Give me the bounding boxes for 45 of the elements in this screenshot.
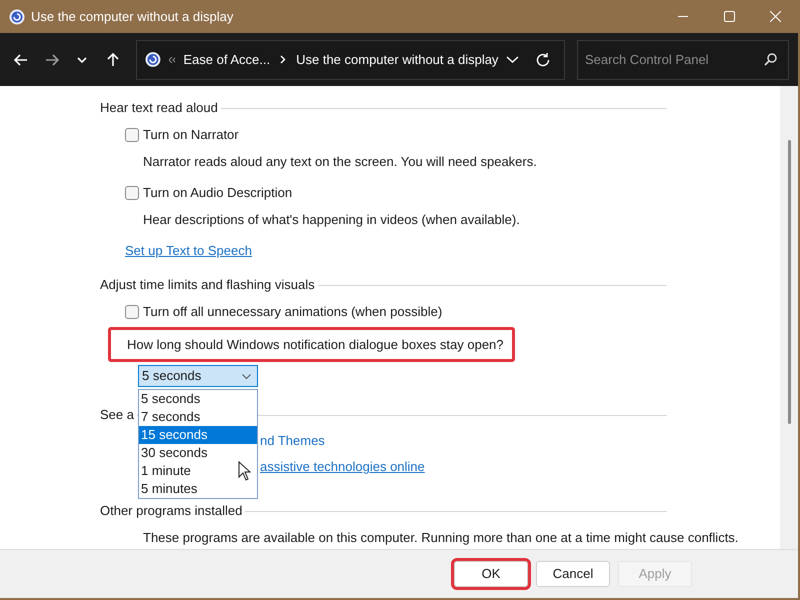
window-title: Use the computer without a display [31,8,234,26]
forward-arrow-icon [44,54,59,66]
dialog-button: Apply [618,561,692,587]
refresh-icon [535,52,552,68]
section-heading: See a [100,406,134,424]
chevron-down-icon [506,56,519,63]
link[interactable]: nd Themes [260,431,325,451]
chevron-down-icon [77,56,88,62]
dropdown[interactable]: 5 seconds [138,365,258,387]
search-field[interactable]: Search Control Panel [577,40,789,80]
chevron-right-icon [280,55,286,64]
scrollbar-thumb[interactable] [788,140,791,424]
checkbox[interactable] [125,305,139,319]
close-icon [770,11,780,22]
double-chevron-icon [168,56,176,62]
checkbox-label: Turn on Narrator [143,126,239,144]
description-text: Hear descriptions of what's happening in videos (when available). [143,211,520,230]
maximize-icon [724,11,734,22]
up-arrow-icon [106,52,119,66]
search-icon [764,52,777,66]
question-text: How long should Windows notification dialogue boxes stay open? [127,336,504,354]
dialog-button[interactable]: Cancel [536,561,610,587]
breadcrumb-item[interactable]: Ease of Acce... [183,50,270,70]
section-heading: Hear text read aloud [100,99,218,118]
minimize-icon [678,16,688,18]
description-text: These programs are available on this computer. Running more than one at a time might cause conflicts. [143,529,738,548]
dialog-button[interactable]: OK [454,561,528,587]
address-bar[interactable]: Ease of Acce... Use the computer without a display [136,40,565,80]
checkbox[interactable] [125,128,139,142]
app-icon [145,51,161,68]
back-arrow-icon [14,54,28,66]
link[interactable]: assistive technologies online [260,457,425,477]
app-icon [9,8,25,24]
chevron-down-icon [242,374,251,378]
section-heading: Adjust time limits and flashing visuals [100,276,315,294]
description-text: Narrator reads aloud any text on the screen. You will need speakers. [143,153,537,172]
cursor-icon [238,461,251,481]
checkbox-label: Turn on Audio Description [143,184,292,202]
link[interactable]: Set up Text to Speech [125,241,252,261]
scrollbar[interactable] [780,86,798,549]
dropdown-option[interactable]: 15 seconds [139,426,257,444]
section-heading: Other programs installed [100,502,242,520]
checkbox[interactable] [125,186,139,200]
checkbox-label: Turn off all unnecessary animations (when possible) [143,303,442,322]
breadcrumb-item[interactable]: Use the computer without a display [296,50,498,70]
